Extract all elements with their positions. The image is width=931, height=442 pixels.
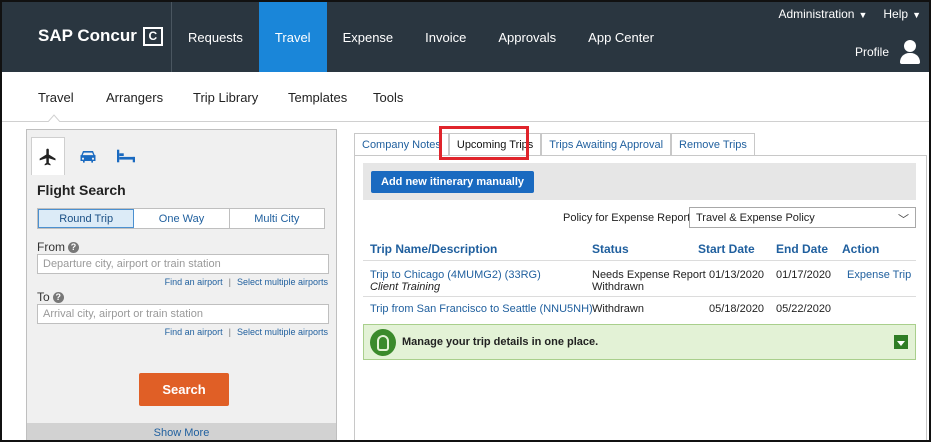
flight-search-title: Flight Search xyxy=(37,182,126,198)
policy-label: Policy for Expense Reports xyxy=(563,212,696,224)
car-mode-tab[interactable] xyxy=(71,137,105,175)
subnav-templates[interactable]: Templates xyxy=(288,90,347,105)
show-more-link[interactable]: Show More xyxy=(27,423,336,440)
app-window: SAP Concur C Requests Travel Expense Inv… xyxy=(0,0,931,442)
top-navigation-bar: SAP Concur C Requests Travel Expense Inv… xyxy=(2,2,929,72)
booking-mode-tabs xyxy=(27,130,336,175)
trip-type-selector: Round Trip One Way Multi City xyxy=(37,208,325,229)
trip-description: Client Training xyxy=(370,281,441,293)
to-airport-links: Find an airport | Select multiple airpor… xyxy=(165,327,328,337)
nav-requests[interactable]: Requests xyxy=(172,2,259,72)
find-airport-link[interactable]: Find an airport xyxy=(165,327,223,337)
add-itinerary-button[interactable]: Add new itinerary manually xyxy=(371,171,535,193)
policy-select[interactable]: Travel & Expense Policy ﹀ xyxy=(689,207,916,228)
active-pointer-icon xyxy=(47,114,61,123)
find-airport-link[interactable]: Find an airport xyxy=(165,277,223,287)
trip-status-secondary: Withdrawn xyxy=(592,281,644,293)
one-way-option[interactable]: One Way xyxy=(134,209,230,228)
to-label-text: To xyxy=(37,290,50,304)
from-label: From ? xyxy=(37,240,79,254)
tab-remove-trips[interactable]: Remove Trips xyxy=(671,133,755,155)
select-multiple-airports-link[interactable]: Select multiple airports xyxy=(237,327,328,337)
policy-select-value: Travel & Expense Policy xyxy=(696,211,815,224)
administration-label: Administration xyxy=(778,7,855,21)
round-trip-option[interactable]: Round Trip xyxy=(38,209,135,228)
nav-travel[interactable]: Travel xyxy=(258,2,327,72)
column-header-start-date[interactable]: Start Date xyxy=(698,242,755,256)
subnav-travel[interactable]: Travel xyxy=(38,90,74,105)
search-button[interactable]: Search xyxy=(139,373,229,406)
help-icon[interactable]: ? xyxy=(52,291,64,303)
tab-trips-awaiting-approval[interactable]: Trips Awaiting Approval xyxy=(541,133,672,155)
concur-c-icon: C xyxy=(142,26,163,46)
flight-search-panel: Flight Search Round Trip One Way Multi C… xyxy=(26,129,337,440)
sap-concur-logo[interactable]: SAP Concur C xyxy=(38,26,163,46)
expense-trip-link[interactable]: Expense Trip xyxy=(847,269,911,281)
manage-trip-banner: Manage your trip details in one place. xyxy=(363,324,916,360)
trip-name-link[interactable]: Trip from San Francisco to Seattle (NNU5… xyxy=(370,303,593,315)
trip-tabs: Company Notes Upcoming Trips Trips Await… xyxy=(354,133,755,155)
subnav-tools[interactable]: Tools xyxy=(373,90,403,105)
trip-start-date: 01/13/2020 xyxy=(709,269,765,281)
tab-upcoming-trips[interactable]: Upcoming Trips xyxy=(448,133,542,155)
subnav-trip-library[interactable]: Trip Library xyxy=(193,90,258,105)
select-multiple-airports-link[interactable]: Select multiple airports xyxy=(237,277,328,287)
car-icon xyxy=(80,151,96,163)
flight-mode-tab[interactable] xyxy=(31,137,65,175)
caret-down-icon: ▼ xyxy=(858,10,868,20)
help-menu[interactable]: Help ▼ xyxy=(883,7,921,21)
tab-company-notes[interactable]: Company Notes xyxy=(354,133,449,155)
trip-name-link[interactable]: Trip to Chicago (4MUMG2) (33RG) xyxy=(370,269,541,281)
trip-status: Needs Expense Report xyxy=(592,269,706,281)
sub-navigation: Travel Arrangers Trip Library Templates … xyxy=(2,72,929,122)
from-input[interactable] xyxy=(37,254,329,274)
nav-invoice[interactable]: Invoice xyxy=(409,2,482,72)
column-header-action: Action xyxy=(842,242,880,256)
trips-panel: Add new itinerary manually Policy for Ex… xyxy=(354,155,927,440)
column-header-status[interactable]: Status xyxy=(592,242,629,256)
banner-text: Manage your trip details in one place. xyxy=(402,336,599,348)
from-airport-links: Find an airport | Select multiple airpor… xyxy=(165,277,328,287)
airplane-icon xyxy=(39,148,56,165)
link-separator: | xyxy=(228,327,231,337)
chevron-down-icon: ﹀ xyxy=(898,214,909,226)
lightbulb-icon xyxy=(370,329,396,356)
help-icon[interactable]: ? xyxy=(68,241,79,253)
trip-status: Withdrawn xyxy=(592,303,644,315)
trip-start-date: 05/18/2020 xyxy=(709,303,765,315)
trip-end-date: 01/17/2020 xyxy=(776,269,832,281)
to-input[interactable] xyxy=(37,304,329,324)
hotel-mode-tab[interactable] xyxy=(109,137,143,175)
trip-end-date: 05/22/2020 xyxy=(776,303,832,315)
user-icon xyxy=(899,40,921,64)
expand-banner-icon[interactable] xyxy=(894,335,908,349)
subnav-arrangers[interactable]: Arrangers xyxy=(106,90,163,105)
column-header-end-date[interactable]: End Date xyxy=(776,242,828,256)
column-header-trip-name[interactable]: Trip Name/Description xyxy=(370,242,497,256)
row-divider xyxy=(363,296,916,297)
nav-approvals[interactable]: Approvals xyxy=(482,2,572,72)
trip-action-bar: Add new itinerary manually xyxy=(363,163,916,200)
nav-expense[interactable]: Expense xyxy=(327,2,410,72)
from-label-text: From xyxy=(37,240,65,254)
main-nav: Requests Travel Expense Invoice Approval… xyxy=(172,2,670,72)
caret-down-icon: ▼ xyxy=(912,10,921,20)
bed-icon xyxy=(117,149,135,163)
to-label: To ? xyxy=(37,290,64,304)
nav-app-center[interactable]: App Center xyxy=(572,2,670,72)
profile-label: Profile xyxy=(854,45,889,59)
profile-menu[interactable]: Profile xyxy=(855,40,921,64)
table-divider xyxy=(363,260,916,261)
utility-menu: Administration ▼ Help ▼ xyxy=(778,7,921,21)
help-label: Help xyxy=(883,7,909,21)
administration-menu[interactable]: Administration ▼ xyxy=(778,7,867,21)
logo-text: SAP Concur xyxy=(38,26,137,45)
link-separator: | xyxy=(228,277,231,287)
multi-city-option[interactable]: Multi City xyxy=(230,209,324,228)
